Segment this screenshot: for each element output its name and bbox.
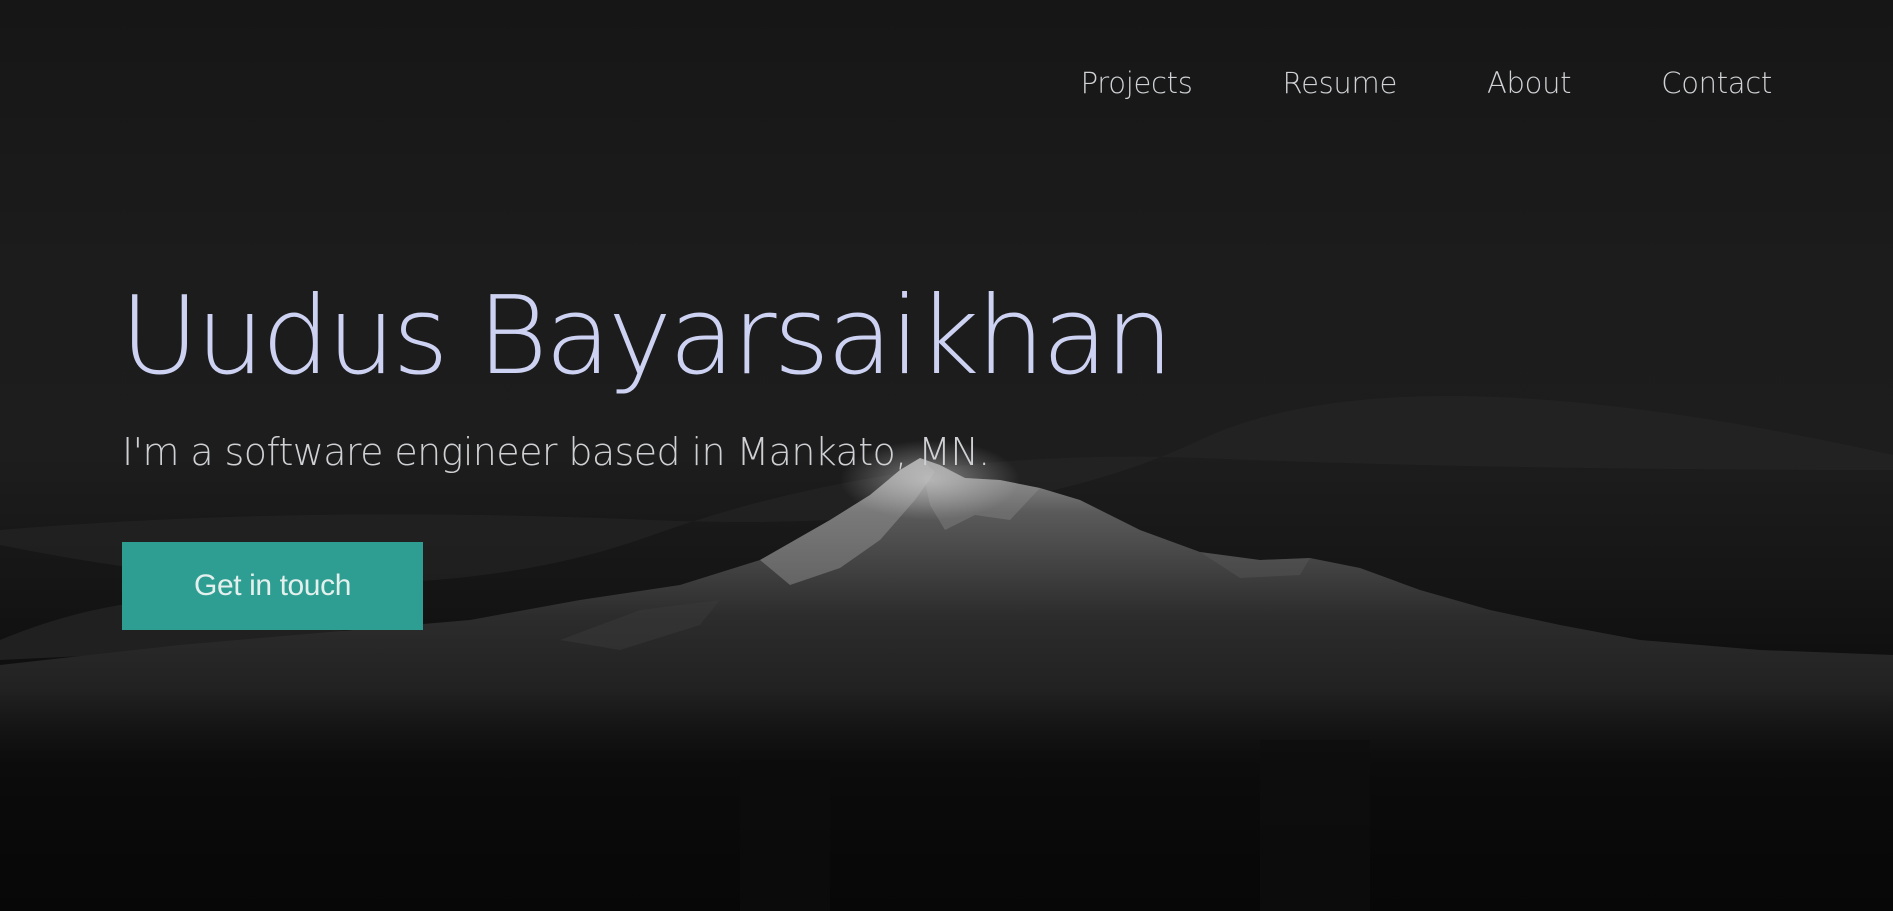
nav-link-projects[interactable]: Projects	[1081, 66, 1193, 100]
hero-name-heading: Uudus Bayarsaikhan	[120, 274, 1174, 399]
hero-section: Projects Resume About Contact Uudus Baya…	[0, 0, 1893, 911]
nav-link-resume[interactable]: Resume	[1283, 66, 1398, 100]
get-in-touch-button[interactable]: Get in touch	[122, 542, 423, 630]
hero-tagline: I'm a software engineer based in Mankato…	[122, 430, 990, 474]
nav-link-contact[interactable]: Contact	[1661, 66, 1772, 100]
top-navigation: Projects Resume About Contact	[1081, 66, 1773, 100]
nav-link-about[interactable]: About	[1487, 66, 1572, 100]
